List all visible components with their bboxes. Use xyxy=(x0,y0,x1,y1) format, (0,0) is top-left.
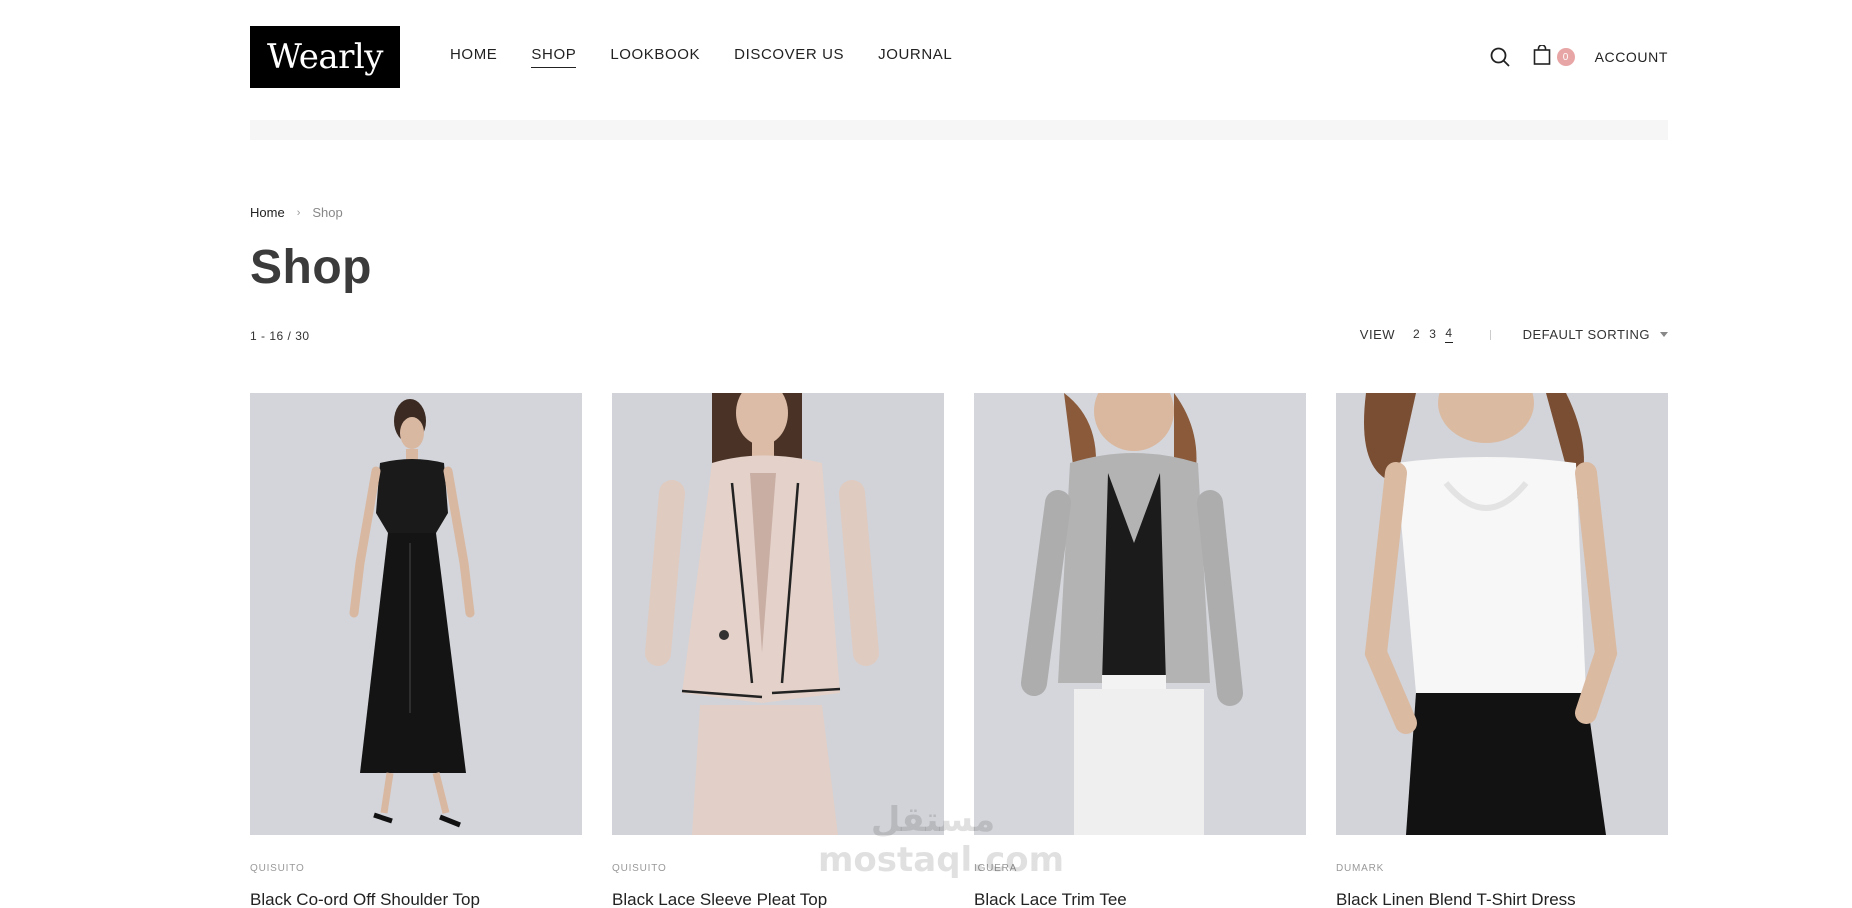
product-image[interactable] xyxy=(1336,393,1668,835)
view-option-4[interactable]: 4 xyxy=(1445,326,1453,343)
product-image[interactable] xyxy=(612,393,944,835)
breadcrumb-home[interactable]: Home xyxy=(250,205,285,220)
product-name[interactable]: Black Lace Trim Tee xyxy=(974,890,1306,908)
nav-journal[interactable]: JOURNAL xyxy=(878,46,952,68)
view-label: VIEW xyxy=(1359,327,1396,342)
nav-home[interactable]: HOME xyxy=(450,46,497,68)
promo-bar xyxy=(250,120,1668,140)
toolbar-divider xyxy=(1489,329,1491,340)
product-card[interactable]: QUISUITO Black Lace Sleeve Pleat Top xyxy=(612,393,944,908)
sorting-label: DEFAULT SORTING xyxy=(1522,327,1650,342)
shopping-bag-icon xyxy=(1533,43,1551,70)
product-name[interactable]: Black Linen Blend T-Shirt Dress xyxy=(1336,890,1668,908)
sorting-dropdown[interactable]: DEFAULT SORTING xyxy=(1523,327,1668,342)
product-brand[interactable]: DUMARK xyxy=(1336,863,1668,874)
product-name[interactable]: Black Lace Sleeve Pleat Top xyxy=(612,890,944,908)
breadcrumb-separator: › xyxy=(296,206,301,219)
product-card[interactable]: QUISUITO Black Co-ord Off Shoulder Top xyxy=(250,393,582,908)
product-grid: QUISUITO Black Co-ord Off Shoulder Top Q… xyxy=(250,393,1668,908)
header-actions: 0 ACCOUNT xyxy=(1487,43,1668,70)
page-title: Shop xyxy=(250,241,372,294)
product-name[interactable]: Black Co-ord Off Shoulder Top xyxy=(250,890,582,908)
product-brand[interactable]: IGUERA xyxy=(974,863,1306,874)
view-option-2[interactable]: 2 xyxy=(1413,327,1420,343)
account-link[interactable]: ACCOUNT xyxy=(1595,49,1668,65)
product-card[interactable]: IGUERA Black Lace Trim Tee xyxy=(974,393,1306,908)
product-brand[interactable]: QUISUITO xyxy=(612,863,944,874)
nav-discover-us[interactable]: DISCOVER US xyxy=(734,46,844,68)
cart-button[interactable]: 0 xyxy=(1533,43,1575,70)
product-image[interactable] xyxy=(974,393,1306,835)
product-card[interactable]: DUMARK Black Linen Blend T-Shirt Dress xyxy=(1336,393,1668,908)
main-nav: HOME SHOP LOOKBOOK DISCOVER US JOURNAL xyxy=(450,46,952,68)
view-option-3[interactable]: 3 xyxy=(1429,327,1436,343)
nav-lookbook[interactable]: LOOKBOOK xyxy=(610,46,700,68)
shop-toolbar: VIEW 2 3 4 DEFAULT SORTING xyxy=(1360,326,1668,343)
search-icon[interactable] xyxy=(1487,44,1513,70)
breadcrumb: Home › Shop xyxy=(250,205,343,220)
product-image[interactable] xyxy=(250,393,582,835)
breadcrumb-current: Shop xyxy=(312,205,343,220)
results-count: 1 - 16 / 30 xyxy=(250,329,310,343)
chevron-down-icon xyxy=(1660,332,1668,337)
product-brand[interactable]: QUISUITO xyxy=(250,863,582,874)
cart-count-badge: 0 xyxy=(1556,48,1575,66)
logo[interactable]: Wearly xyxy=(250,26,400,88)
nav-shop[interactable]: SHOP xyxy=(531,46,577,68)
site-header: Wearly HOME SHOP LOOKBOOK DISCOVER US JO… xyxy=(250,26,1668,88)
